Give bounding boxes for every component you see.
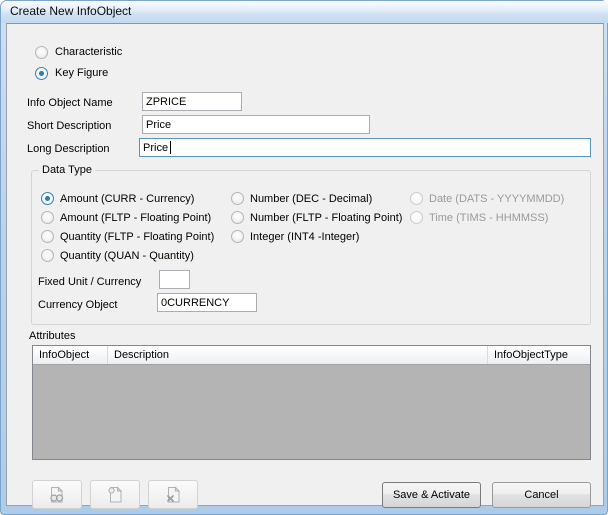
fixed-unit-currency-input[interactable]	[159, 270, 190, 289]
radio-time-tims-label: Time (TIMS - HHMMSS)	[429, 212, 549, 224]
radio-amount-fltp[interactable]	[41, 211, 54, 224]
attributes-header-row: InfoObject Description InfoObjectType	[33, 346, 590, 365]
currency-object-input[interactable]	[157, 293, 257, 312]
radio-integer-int4[interactable]	[231, 230, 244, 243]
save-activate-button[interactable]: Save & Activate	[382, 482, 481, 508]
window-title: Create New InfoObject	[10, 4, 132, 18]
column-header-infoobjecttype[interactable]: InfoObjectType	[488, 346, 590, 364]
radio-key-figure-label: Key Figure	[55, 67, 109, 79]
title-bar[interactable]: Create New InfoObject	[1, 1, 608, 23]
long-description-input[interactable]	[139, 138, 591, 157]
attribute-view-button[interactable]	[32, 480, 82, 509]
radio-characteristic-label: Characteristic	[55, 46, 123, 58]
data-type-group-title: Data Type	[39, 164, 95, 176]
currency-object-label: Currency Object	[38, 299, 118, 311]
radio-date-dats[interactable]	[410, 192, 423, 205]
radio-number-dec[interactable]	[231, 192, 244, 205]
radio-amount-curr-label: Amount (CURR - Currency)	[60, 193, 195, 205]
page-new-icon	[108, 485, 123, 502]
radio-quantity-fltp-label: Quantity (FLTP - Floating Point)	[60, 231, 215, 243]
radio-integer-int4-label: Integer (INT4 -Integer)	[250, 231, 360, 243]
page-view-icon	[50, 485, 64, 502]
radio-number-fltp[interactable]	[231, 211, 244, 224]
info-object-name-input[interactable]	[142, 92, 242, 111]
cancel-button[interactable]: Cancel	[492, 482, 591, 508]
radio-amount-fltp-label: Amount (FLTP - Floating Point)	[60, 212, 212, 224]
radio-time-tims[interactable]	[410, 211, 423, 224]
dialog-client-area: Characteristic Key Figure Info Object Na…	[6, 23, 604, 509]
radio-number-fltp-label: Number (FLTP - Floating Point)	[250, 212, 403, 224]
long-description-label: Long Description	[27, 143, 110, 155]
column-header-description[interactable]: Description	[108, 346, 488, 364]
text-caret	[170, 141, 171, 154]
dialog-window: Create New InfoObject Characteristic Key…	[0, 0, 608, 515]
short-description-label: Short Description	[27, 120, 112, 132]
attribute-delete-button[interactable]	[148, 480, 198, 509]
fixed-unit-currency-label: Fixed Unit / Currency	[38, 276, 142, 288]
attribute-add-button[interactable]	[90, 480, 140, 509]
attributes-listview[interactable]: InfoObject Description InfoObjectType	[32, 345, 591, 460]
radio-number-dec-label: Number (DEC - Decimal)	[250, 193, 373, 205]
radio-quantity-fltp[interactable]	[41, 230, 54, 243]
page-delete-icon	[167, 485, 181, 502]
radio-date-dats-label: Date (DATS - YYYYMMDD)	[429, 193, 565, 205]
radio-quantity-quan-label: Quantity (QUAN - Quantity)	[60, 250, 194, 262]
radio-quantity-quan[interactable]	[41, 249, 54, 262]
radio-characteristic[interactable]	[35, 46, 48, 59]
attributes-rows-container[interactable]	[33, 365, 590, 459]
info-object-name-label: Info Object Name	[27, 97, 113, 109]
short-description-input[interactable]	[142, 115, 370, 134]
column-header-infoobject[interactable]: InfoObject	[33, 346, 108, 364]
radio-key-figure[interactable]	[35, 67, 48, 80]
radio-amount-curr[interactable]	[41, 192, 54, 205]
attributes-label: Attributes	[29, 330, 76, 342]
